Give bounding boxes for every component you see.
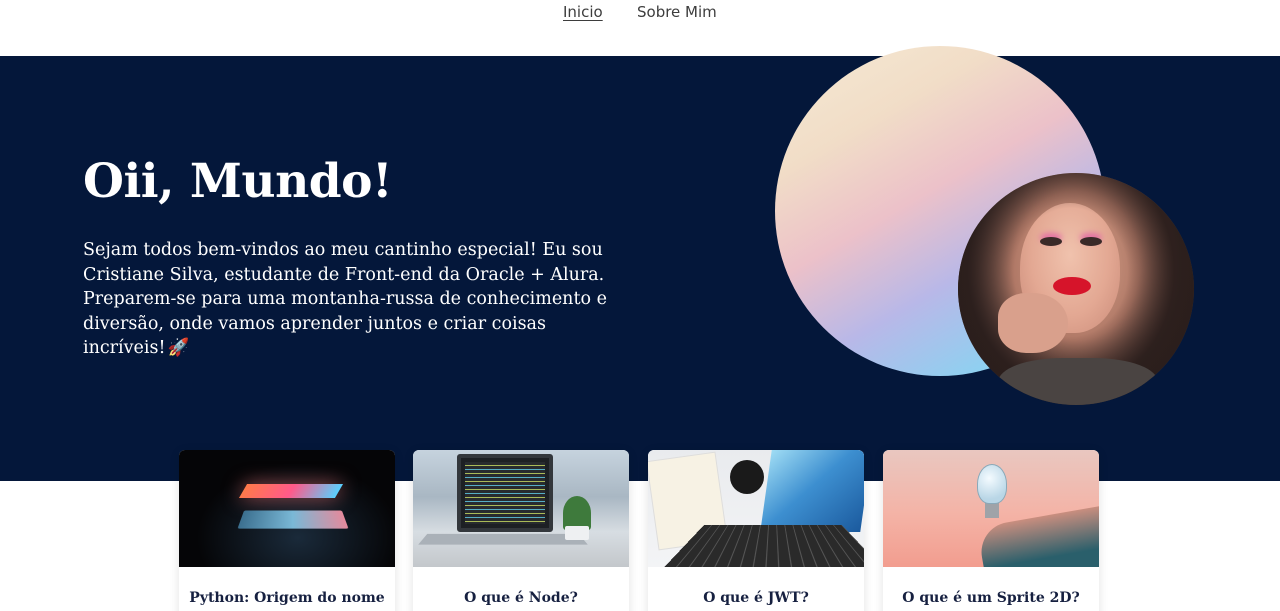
card-image-desk-laptop bbox=[648, 450, 864, 567]
nav-link-inicio[interactable]: Inicio bbox=[563, 3, 603, 21]
post-card-node[interactable]: O que é Node? bbox=[413, 450, 629, 611]
hero-description: Sejam todos bem-vindos ao meu cantinho e… bbox=[83, 238, 623, 361]
nav-link-sobre-mim[interactable]: Sobre Mim bbox=[637, 3, 717, 21]
card-title: O que é Node? bbox=[464, 590, 578, 606]
post-card-sprite[interactable]: O que é um Sprite 2D? bbox=[883, 450, 1099, 611]
card-title: O que é um Sprite 2D? bbox=[902, 590, 1080, 606]
card-image-lightbulb bbox=[883, 450, 1099, 567]
card-title: O que é JWT? bbox=[703, 590, 809, 606]
card-title: Python: Origem do nome bbox=[189, 590, 385, 606]
card-image-laptop-code bbox=[413, 450, 629, 567]
card-image-laptop-glow bbox=[179, 450, 395, 567]
rocket-icon: 🚀 bbox=[167, 338, 190, 358]
hero-section: Oii, Mundo! Sejam todos bem-vindos ao me… bbox=[0, 46, 1280, 481]
top-nav: Inicio Sobre Mim bbox=[0, 0, 1280, 56]
hero-title: Oii, Mundo! bbox=[83, 154, 393, 209]
post-card-jwt[interactable]: O que é JWT? bbox=[648, 450, 864, 611]
hero-text: Sejam todos bem-vindos ao meu cantinho e… bbox=[83, 240, 607, 358]
post-card-python[interactable]: Python: Origem do nome bbox=[179, 450, 395, 611]
profile-photo bbox=[958, 173, 1194, 405]
